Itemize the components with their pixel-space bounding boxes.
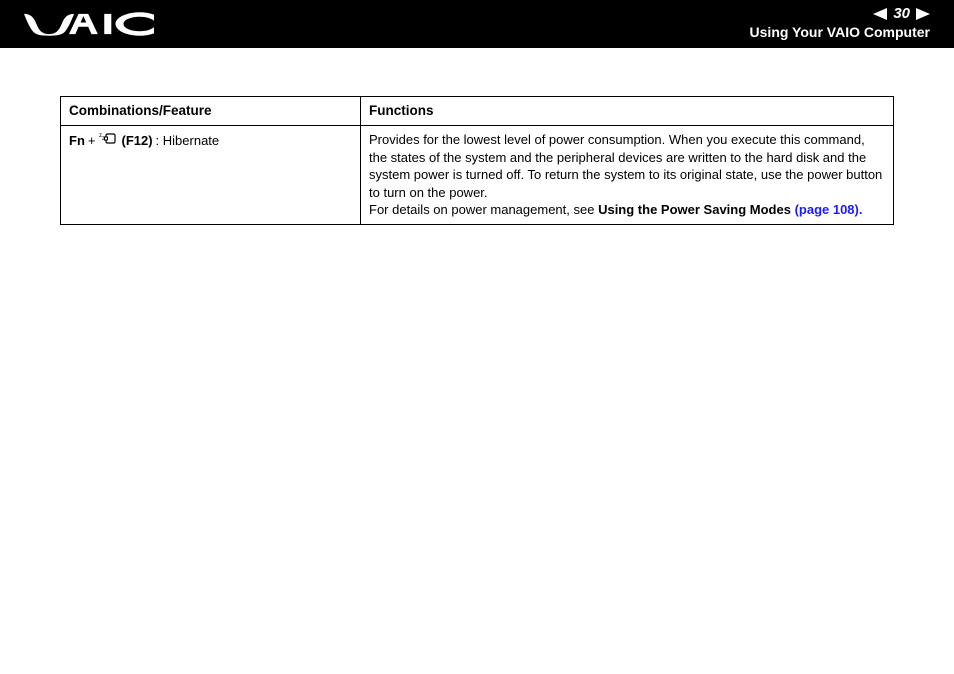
vaio-logo <box>24 9 154 39</box>
header-right: 30 Using Your VAIO Computer <box>750 4 930 40</box>
col-header-functions: Functions <box>361 97 894 126</box>
col-header-combinations: Combinations/Feature <box>61 97 361 126</box>
plus-separator: + <box>88 132 96 150</box>
key-fn: Fn <box>69 132 85 150</box>
table-header-row: Combinations/Feature Functions <box>61 97 894 126</box>
page-content: Combinations/Feature Functions Fn + z z <box>0 48 954 225</box>
details-period: . <box>859 202 863 217</box>
section-title: Using Your VAIO Computer <box>750 24 930 40</box>
next-page-arrow-icon[interactable] <box>916 7 930 19</box>
details-prefix: For details on power management, see <box>369 202 598 217</box>
page-link[interactable]: (page 108) <box>795 202 859 217</box>
key-f12: (F12) <box>121 132 152 150</box>
page-number: 30 <box>893 5 910 22</box>
function-details: For details on power management, see Usi… <box>369 201 885 219</box>
hibernate-icon: z z <box>99 131 117 150</box>
cell-function: Provides for the lowest level of power c… <box>361 126 894 225</box>
prev-page-arrow-icon[interactable] <box>873 7 887 19</box>
cell-combination: Fn + z z (F12): Hibernate <box>61 126 361 225</box>
page-nav: 30 <box>750 4 930 22</box>
feature-table: Combinations/Feature Functions Fn + z z <box>60 96 894 225</box>
combo-label: : Hibernate <box>156 132 220 150</box>
details-bold: Using the Power Saving Modes <box>598 202 794 217</box>
table-row: Fn + z z (F12): Hibernate <box>61 126 894 225</box>
page-header: 30 Using Your VAIO Computer <box>0 0 954 48</box>
function-body: Provides for the lowest level of power c… <box>369 131 885 201</box>
